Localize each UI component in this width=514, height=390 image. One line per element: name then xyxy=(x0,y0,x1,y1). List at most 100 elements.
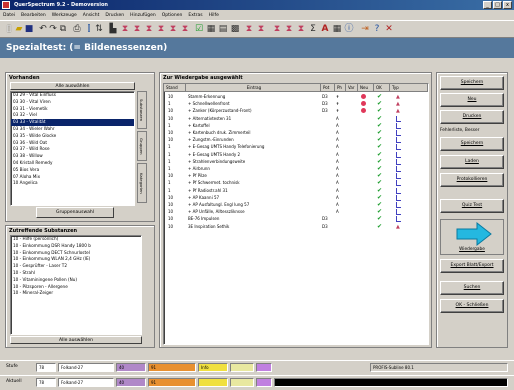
select-all-matching-button[interactable]: Alle auswählen xyxy=(10,336,142,344)
list-item[interactable]: 10 - Vitaminingene Pollen (Nu) xyxy=(11,277,141,284)
list-item[interactable]: 04 Kristall Remedy xyxy=(11,160,134,167)
table-row[interactable]: 1 + Airbrunn A ✔ xyxy=(164,165,427,172)
tool-icon[interactable]: ⧗ xyxy=(120,24,130,35)
list-item[interactable]: 03 32 - Viel xyxy=(11,112,134,119)
table-row[interactable]: 1 + Pf Radiostr.ahl 31 A ✔ xyxy=(164,187,427,194)
table-row[interactable]: 1 + Schnellwellenfront D3 ✝ ✔ ▲ xyxy=(164,100,427,107)
table-icon[interactable]: ▦ xyxy=(206,24,216,35)
save-button[interactable]: Speichern xyxy=(440,76,504,90)
minimize-button[interactable]: _ xyxy=(483,1,492,9)
chart-icon[interactable]: ▙ xyxy=(108,24,118,35)
table-row[interactable]: 1 + E-Gesag UMTS Handy 2 A ✔ xyxy=(164,151,427,158)
matching-list[interactable]: 10 - Hilfe (persönlich) 10 - Einkommung D… xyxy=(10,235,142,335)
list-item[interactable]: 10 - Strahl xyxy=(11,270,141,277)
tool-icon[interactable]: ⧗ xyxy=(132,24,142,35)
table-row[interactable]: 10 Stamm-Erkennung D3 ✝ ✔ ▲ xyxy=(164,93,427,100)
tool-icon[interactable]: ⧗ xyxy=(284,24,294,35)
tool-icon[interactable]: ⧗ xyxy=(156,24,166,35)
filter-icon[interactable]: ⫿ xyxy=(84,24,94,35)
table-row[interactable]: 1 + Kartoffel A ✔ xyxy=(164,122,427,129)
col-neu[interactable]: Neu xyxy=(358,84,374,92)
sigma-icon[interactable]: Σ xyxy=(308,24,318,35)
list-item[interactable]: 10 - Pilzsporen - Allergene xyxy=(11,284,141,291)
tab-substanzen[interactable]: Substanzen xyxy=(137,91,147,129)
save-icon[interactable]: ■ xyxy=(24,24,34,35)
list-item[interactable]: 10 Angelica xyxy=(11,180,134,187)
col-stand[interactable]: Stand xyxy=(164,84,186,92)
col-ok[interactable]: OK xyxy=(374,84,390,92)
tool-icon[interactable]: ⧗ xyxy=(256,24,266,35)
close-button[interactable]: x xyxy=(503,1,512,9)
table-row[interactable]: 10 + Kartenbuch druk. Zimmerteil A ✔ xyxy=(164,129,427,136)
list-item[interactable]: 05 Bios Vera xyxy=(11,167,134,174)
table-row[interactable]: 10 BE-76 Impulsen D3 ✔ xyxy=(164,215,427,223)
search-button[interactable]: Suchen xyxy=(440,281,504,295)
store-button[interactable]: Speichern xyxy=(440,137,504,151)
table-row[interactable]: 1 + E-Gesag UMTS Handy Telefonierung A ✔ xyxy=(164,143,427,151)
table-row[interactable]: 1 + Pf Schwermet. tochnisk A ✔ xyxy=(164,179,427,187)
list-item[interactable]: 10 - Einkommung DSR Handy 1800 b xyxy=(11,243,141,250)
list-item[interactable]: 03 31 - Viemetik xyxy=(11,106,134,113)
select-all-available-button[interactable]: Alle auswählen xyxy=(10,82,135,90)
undo-icon[interactable]: ↶ xyxy=(38,24,48,35)
list-item[interactable]: 10 - Mineral-Zeiger xyxy=(11,290,141,297)
table-row[interactable]: 10 + Alternativtesten 31 A ✔ xyxy=(164,115,427,122)
tool-icon[interactable]: ⧗ xyxy=(180,24,190,35)
list-item[interactable]: 03 30 - Vital Viren xyxy=(11,99,134,106)
col-typ[interactable]: Typ xyxy=(390,84,428,92)
list-item[interactable]: 10 - Hilfe (persönlich) xyxy=(11,236,141,243)
list-item[interactable]: 10 - Gesprüfter - Laser T2 xyxy=(11,263,141,270)
tool-icon[interactable]: ⧗ xyxy=(272,24,282,35)
help-icon[interactable]: ? xyxy=(372,24,382,35)
col-pot[interactable]: Pot xyxy=(321,84,335,92)
tool-icon[interactable]: ⧗ xyxy=(168,24,178,35)
table-row[interactable]: 10 3E Inspiration Sethik D3 ✔ ▲ xyxy=(164,223,427,230)
table-row[interactable]: 10 + Zungstm.-Einrunden A ✔ xyxy=(164,136,427,144)
print-button[interactable]: Drucken xyxy=(440,110,504,124)
list-item[interactable]: 07 Aloha Mix xyxy=(11,174,134,181)
col-var[interactable]: Var xyxy=(346,84,358,92)
new-icon[interactable]: ▯ xyxy=(4,24,14,35)
tool-icon[interactable]: ⧗ xyxy=(244,24,254,35)
list-item[interactable]: 03 33 - Vitalität xyxy=(11,119,134,126)
col-ph[interactable]: Ph xyxy=(335,84,346,92)
list-item[interactable]: 03 36 - Wild Oat xyxy=(11,140,134,147)
group-selection-button[interactable]: Gruppenauswahl xyxy=(36,207,114,218)
table-icon[interactable]: ▦ xyxy=(332,24,342,35)
new-button[interactable]: Neu xyxy=(440,93,504,107)
list-item[interactable]: 10 - Einkommung WLAN 2,4 GHz (IE) xyxy=(11,256,141,263)
list-item[interactable]: 03 37 - Wild Rose xyxy=(11,146,134,153)
open-icon[interactable]: ▰ xyxy=(14,24,24,35)
export-button[interactable]: Export Blatt/Export xyxy=(440,259,504,273)
protocol-button[interactable]: Protokollieren xyxy=(440,173,504,187)
list-item[interactable]: 03 34 - Wieler Wahr xyxy=(11,126,134,133)
tab-kategorien[interactable]: Kategorien xyxy=(137,163,147,203)
load-button[interactable]: Laden xyxy=(440,155,504,169)
playback-button[interactable]: Wiedergabe xyxy=(440,219,504,255)
list-item[interactable]: 03 29 - Vital Einfluss xyxy=(11,92,134,99)
table-row[interactable]: 10 + AP Unfälle, Alltesszliknsse A ✔ xyxy=(164,208,427,216)
table-row[interactable]: 10 + AP Ausfaltungl. Engl lung 57 A ✔ xyxy=(164,201,427,208)
export-icon[interactable]: ⇥ xyxy=(360,24,370,35)
info-icon[interactable]: ⓘ xyxy=(344,24,354,35)
list-item[interactable]: 03 38 - Willow xyxy=(11,153,134,160)
table-row[interactable]: 10 + Zanker (Körperzustand-Front) D3 ✝ ✔ ▲ xyxy=(164,107,427,114)
table-row[interactable]: 10 + Pf Pilze A ✔ xyxy=(164,172,427,180)
redo-icon[interactable]: ↷ xyxy=(48,24,58,35)
maximize-button[interactable]: □ xyxy=(493,1,502,9)
print-icon[interactable]: ⎙ xyxy=(72,24,82,35)
table-row[interactable]: 10 + AP Kaanni 57 A ✔ xyxy=(164,194,427,201)
list-item[interactable]: 10 - Einkommung DECT Schnurlostel xyxy=(11,250,141,257)
quiz-test-button[interactable]: Quiz Test xyxy=(440,199,504,213)
copy-icon[interactable]: ⧉ xyxy=(58,24,68,35)
sort-icon[interactable]: ⇅ xyxy=(94,24,104,35)
playback-table[interactable]: Stand Eintrag Pot Ph Var Neu OK Typ 10 St… xyxy=(163,83,429,345)
available-list[interactable]: 03 29 - Vital Einfluss 03 30 - Vital Vire… xyxy=(10,91,135,206)
tool-icon[interactable]: ⧗ xyxy=(144,24,154,35)
close-icon[interactable]: ✕ xyxy=(384,24,394,35)
ok-close-button[interactable]: OK - Schließen xyxy=(440,299,504,313)
tab-gruppen[interactable]: Gruppen xyxy=(137,131,147,161)
list-item[interactable]: 03 35 - Wilde Glocke xyxy=(11,133,134,140)
font-icon[interactable]: A xyxy=(320,24,330,35)
tool-icon[interactable]: ⧗ xyxy=(296,24,306,35)
